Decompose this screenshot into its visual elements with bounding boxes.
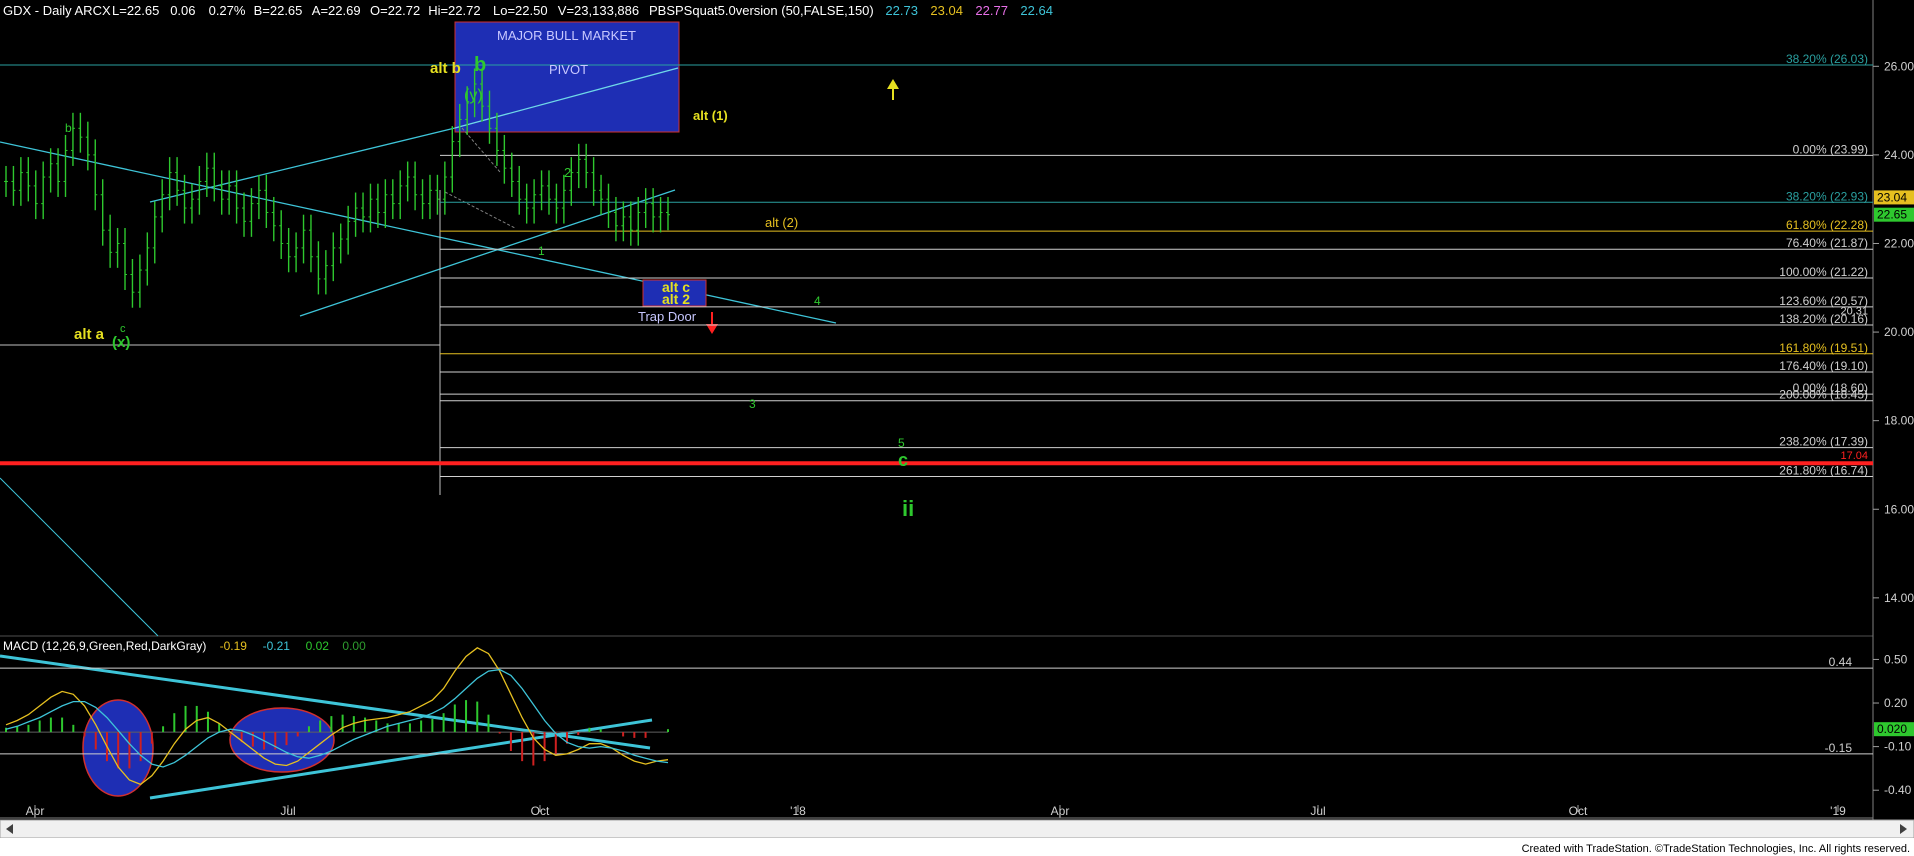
wave-label: alt 2	[662, 291, 690, 307]
macd-level-label: -0.15	[1825, 741, 1853, 755]
symbol-label: GDX - Daily ARCX	[3, 3, 111, 18]
last-price-label: 22.65	[1877, 208, 1907, 222]
macd-header: MACD (12,26,9,Green,Red,DarkGray) -0.19 -0…	[3, 639, 366, 653]
quote-field: 0.06	[170, 3, 195, 18]
fib-level-label: 200.00% (18.45)	[1779, 388, 1868, 402]
trap-door-label: Trap Door	[638, 309, 697, 324]
price-tick-label: 20.00	[1884, 325, 1914, 339]
quote-field: V=23,133,886	[558, 3, 639, 18]
wave-label: 5	[898, 436, 905, 450]
quote-line: L=22.65 0.06 0.27% B=22.65 A=22.69 O=22.72 Hi=…	[112, 3, 1053, 18]
fib-level-label: 38.20% (22.93)	[1786, 189, 1868, 203]
fib-level-label: 161.80% (19.51)	[1779, 341, 1868, 355]
wave-label: 1	[538, 244, 545, 258]
fib-level-label: 38.20% (26.03)	[1786, 52, 1868, 66]
macd-highlight-ellipse	[229, 707, 335, 773]
macd-tick-label: -0.10	[1884, 740, 1912, 754]
quote-field: B=22.65	[254, 3, 303, 18]
macd-header-field: 0.02	[306, 639, 330, 653]
time-tick-label: Jul	[280, 804, 295, 818]
fib-level-label: 176.40% (19.10)	[1779, 359, 1868, 373]
time-tick-label: Apr	[26, 804, 45, 818]
wave-label: b	[474, 54, 486, 76]
quote-field: Lo=22.50	[493, 3, 548, 18]
quote-field: PBSPSquat5.0version (50,FALSE,150)	[649, 3, 874, 18]
fib-level-label: 76.40% (21.87)	[1786, 236, 1868, 250]
fib-level-label: 261.80% (16.74)	[1779, 463, 1868, 477]
wave-label: alt b	[430, 60, 461, 77]
wave-label: 2	[564, 165, 571, 180]
last-price-label: 23.04	[1877, 190, 1907, 204]
macd-header-field: -0.19	[220, 639, 248, 653]
time-tick-label: Jul	[1310, 804, 1325, 818]
wave-label: (x)	[112, 334, 130, 351]
macd-header-field: -0.21	[263, 639, 291, 653]
quote-field: 22.64	[1020, 3, 1053, 18]
wave-label: ii	[902, 496, 914, 521]
wave-label: 4	[814, 294, 821, 308]
annotation-text: MAJOR BULL MARKET	[497, 28, 636, 43]
quote-field: 23.04	[930, 3, 963, 18]
price-tick-label: 26.00	[1884, 59, 1914, 73]
annotation-text: PIVOT	[549, 62, 588, 77]
wave-label: (y)	[464, 87, 483, 104]
level-label: 17.04	[1840, 450, 1868, 462]
price-tick-label: 24.00	[1884, 148, 1914, 162]
tradestation-chart: GDX - Daily ARCX L=22.65 0.06 0.27% B=22.65…	[0, 0, 1914, 856]
macd-tick-label: -0.40	[1884, 783, 1912, 797]
quote-field: 22.77	[975, 3, 1008, 18]
wave-label: alt (2)	[765, 215, 798, 230]
footer-credit: Created with TradeStation. ©TradeStation…	[1522, 843, 1910, 855]
macd-last-label: 0.020	[1877, 722, 1907, 736]
quote-field: A=22.69	[312, 3, 361, 18]
quote-field: Hi=22.72	[428, 3, 480, 18]
time-tick-label: '19	[1830, 804, 1846, 818]
quote-field: O=22.72	[370, 3, 420, 18]
wave-label: c	[898, 450, 908, 470]
macd-tick-label: 0.50	[1884, 652, 1908, 666]
wave-label: b	[65, 121, 72, 135]
price-tick-label: 18.00	[1884, 414, 1914, 428]
wave-label: alt a	[74, 326, 105, 343]
level-label: 20.31	[1840, 305, 1868, 317]
quote-field: 0.27%	[209, 3, 246, 18]
vertical-scrollbar[interactable]	[1874, 0, 1914, 12]
time-tick-label: Oct	[1569, 804, 1588, 818]
fib-level-label: 0.00% (23.99)	[1793, 142, 1868, 156]
time-tick-label: '18	[790, 804, 806, 818]
price-tick-label: 16.00	[1884, 502, 1914, 516]
price-tick-label: 14.00	[1884, 591, 1914, 605]
time-tick-label: Oct	[531, 804, 550, 818]
quote-field: L=22.65	[112, 3, 159, 18]
fib-level-label: 238.20% (17.39)	[1779, 435, 1868, 449]
scrollbar-corner	[1874, 0, 1914, 12]
horizontal-scrollbar[interactable]	[0, 819, 1914, 839]
macd-tick-label: 0.20	[1884, 696, 1908, 710]
time-tick-label: Apr	[1051, 804, 1070, 818]
macd-header-field: 0.00	[342, 639, 366, 653]
scrollbar-track[interactable]	[0, 819, 1914, 839]
price-tick-label: 22.00	[1884, 236, 1914, 250]
wave-label: alt (1)	[693, 108, 728, 123]
fib-level-label: 100.00% (21.22)	[1779, 265, 1868, 279]
fib-level-label: 61.80% (22.28)	[1786, 218, 1868, 232]
quote-field: 22.73	[885, 3, 918, 18]
macd-header-field: MACD (12,26,9,Green,Red,DarkGray)	[3, 639, 206, 653]
wave-label: 3	[749, 397, 756, 411]
macd-level-label: 0.44	[1829, 655, 1853, 669]
